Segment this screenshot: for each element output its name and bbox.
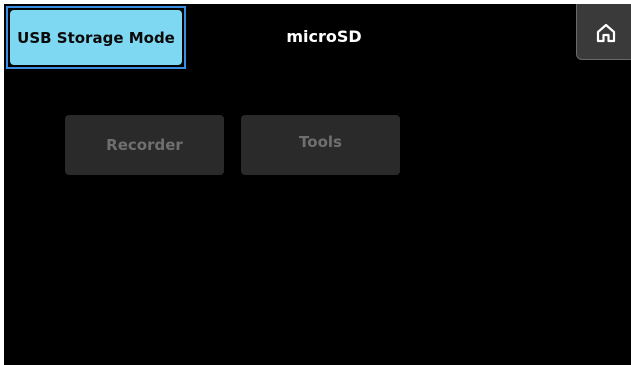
tools-button[interactable]: Tools xyxy=(241,115,400,175)
home-icon xyxy=(596,23,616,43)
recorder-button[interactable]: Recorder xyxy=(65,115,224,175)
usb-storage-mode-button[interactable]: USB Storage Mode xyxy=(10,10,182,65)
home-button[interactable] xyxy=(576,4,631,60)
microsd-screen: USB Storage Mode microSD Recorder Tools xyxy=(4,4,631,365)
page-title: microSD xyxy=(286,26,362,46)
